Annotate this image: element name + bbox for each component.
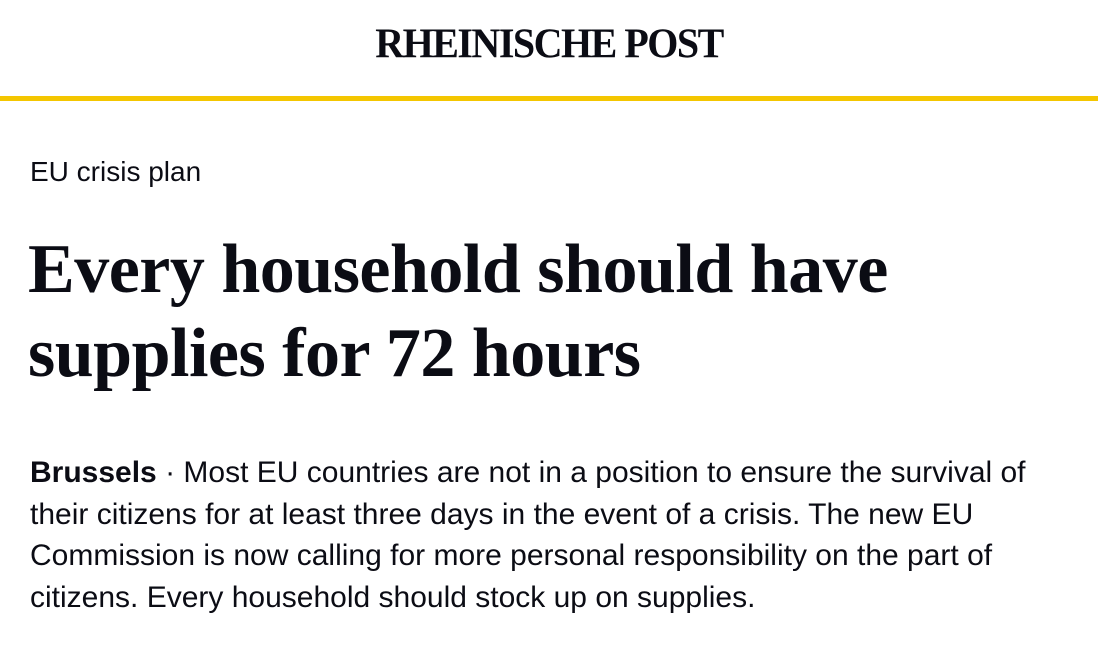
article-lead: Brussels · Most EU countries are not in … bbox=[30, 452, 1090, 618]
site-logo[interactable]: RHEINISCHE POST bbox=[0, 19, 1098, 69]
article-kicker: EU crisis plan bbox=[30, 156, 202, 187]
article-headline: Every household should have supplies for… bbox=[28, 231, 888, 392]
dateline-separator: · bbox=[156, 456, 184, 489]
masthead-accent-bar bbox=[0, 96, 1098, 101]
article-dateline: Brussels bbox=[30, 456, 157, 489]
masthead: RHEINISCHE POST bbox=[0, 0, 1098, 96]
